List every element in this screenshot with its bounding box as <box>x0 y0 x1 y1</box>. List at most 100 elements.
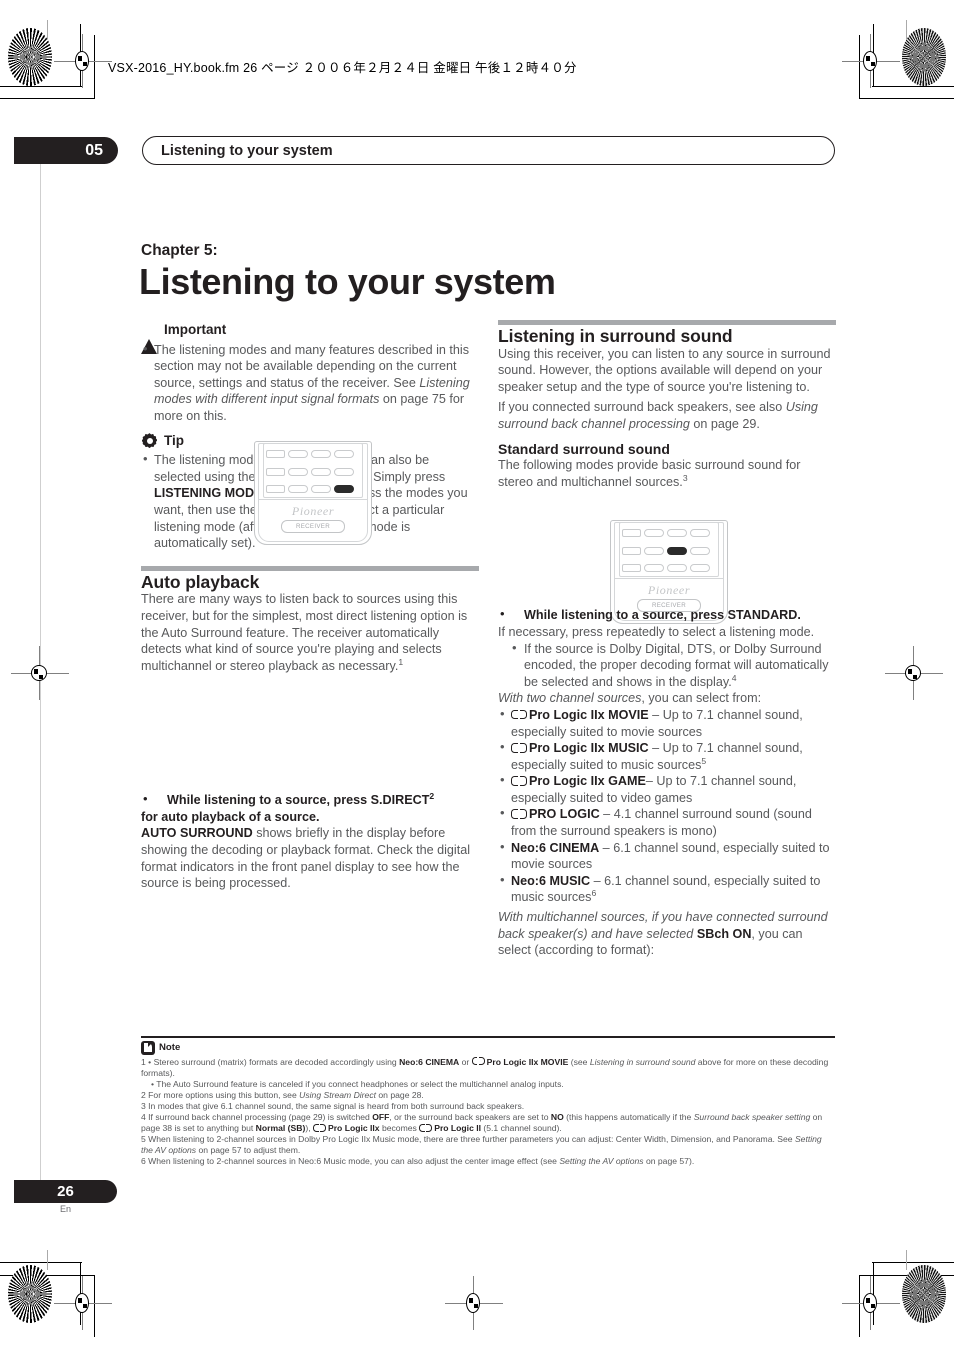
registration-mark <box>885 646 943 700</box>
footnote-4-m2: (this happens automatically if the <box>563 1112 694 1123</box>
footnote-5-lead: 5 When listening to 2-channel sources in… <box>141 1134 795 1145</box>
dolby-double-d-icon <box>511 743 527 753</box>
footnote-1: 1 • Stereo surround (matrix) formats are… <box>141 1057 835 1079</box>
standard-surround-heading: Standard surround sound <box>498 440 670 457</box>
crop-line <box>872 1262 954 1264</box>
sdirect-instruction-lead: While listening to a source, press S.DIR… <box>167 793 430 808</box>
two-channel-lead-tail: , you can select from: <box>641 691 762 706</box>
crop-line <box>0 98 95 100</box>
standard-sub-bullet-text: If the source is Dolby Digital, DTS, or … <box>524 641 829 689</box>
standard-instruction-follow: If necessary, press repeatedly to select… <box>498 624 815 639</box>
sdirect-instruction-tail: for auto playback of a source. <box>141 809 320 824</box>
no-value: NO <box>550 1112 564 1123</box>
remote-key-signal-sel <box>288 450 308 458</box>
footnote-6-xref: Setting the AV options <box>559 1156 644 1167</box>
registration-mark <box>842 1276 900 1330</box>
sbch-on-setting-name: SBch ON <box>696 926 752 941</box>
surround-mode-dash: – <box>645 774 657 789</box>
remote-key-midnight <box>311 485 331 493</box>
footnote-ref-3: 3 <box>682 472 688 483</box>
dolby-double-d-icon <box>511 709 527 720</box>
remote-key-multi-ch-in <box>622 546 641 555</box>
remote-receiver-label: RECEIVER <box>281 520 345 533</box>
registration-mark <box>842 34 900 88</box>
section-rule <box>498 320 836 325</box>
surround-mode-dash: – <box>648 707 663 722</box>
footnote-2: 2 For more options using this button, se… <box>141 1090 835 1101</box>
auto-playback-paragraph-text: There are many ways to listen back to so… <box>141 592 468 673</box>
footnote-1b: • The Auto Surround feature is canceled … <box>151 1078 564 1089</box>
remote-key-sbch <box>311 450 331 458</box>
print-slug: VSX-2016_HY.book.fm 26 ページ ２００６年２月２４日 金曜… <box>108 61 577 75</box>
footnote-3: 3 In modes that give 6.1 channel sound, … <box>141 1100 525 1111</box>
trim-guide <box>906 20 907 40</box>
remote-control-illustration-sdirect: STATUS SIGNAL SEL SB ch STEREO MULTI CH … <box>254 441 372 545</box>
pioneer-logo: Pioneer <box>291 504 335 518</box>
crop-line <box>872 24 874 87</box>
crop-line <box>94 35 96 99</box>
remote-key-multi-ch-in <box>266 467 285 476</box>
surround-mode-item: Pro Logic IIx MUSIC – Up to 7.1 channel … <box>498 739 836 773</box>
surround-mode-item: PRO LOGIC – 4.1 channel surround sound (… <box>498 805 836 839</box>
remote-key-s-direct <box>690 564 710 572</box>
two-channel-lead: With two channel sources, you can select… <box>498 690 836 707</box>
footnote-1-mid: or <box>459 1056 472 1067</box>
remote-key-phase <box>644 564 664 572</box>
footnote-4-tail: (5.1 channel sound). <box>481 1123 562 1134</box>
pro-logic-iix-movie-name: Pro Logic IIx MOVIE <box>486 1056 569 1067</box>
remote-key-stereo <box>334 450 354 458</box>
note-heading: Note <box>141 1040 835 1055</box>
footnote-2-tail: on page 28. <box>376 1089 424 1100</box>
multichannel-note: With multichannel sources, if you have c… <box>498 909 836 959</box>
chapter-number-badge: 05 <box>14 137 118 164</box>
remote-key-s-direct-highlighted <box>334 485 354 493</box>
sdirect-instruction: While listening to a source, press S.DIR… <box>141 791 479 825</box>
footnote-4-m5: becomes <box>379 1123 420 1134</box>
important-label: Important <box>164 322 227 337</box>
auto-playback-paragraph: There are many ways to listen back to so… <box>141 591 479 674</box>
surround-mode-name: PRO LOGIC <box>529 807 600 822</box>
footnote-4-lead: 4 If surround back channel processing (p… <box>141 1112 373 1123</box>
crop-line <box>859 1275 954 1277</box>
density-patch <box>8 1265 52 1323</box>
footnote-ref-4: 4 <box>731 672 737 683</box>
standard-instruction: While listening to a source, press STAND… <box>498 606 836 624</box>
footnote-4-xref: Surround back speaker setting <box>693 1112 811 1123</box>
registration-mark <box>54 1276 112 1330</box>
left-column: Important The listening modes and many f… <box>141 322 479 892</box>
surround-paragraph-1: Using this receiver, you can listen to a… <box>498 346 831 394</box>
chapter-label: Chapter 5: <box>141 242 218 259</box>
remote-key-standard-highlighted <box>667 546 687 555</box>
footnote-6-tail: on page 57). <box>643 1156 695 1167</box>
crop-line <box>94 1275 96 1337</box>
footnote-5-tail: on page 57 to adjust them. <box>196 1145 301 1156</box>
density-patch <box>902 28 946 86</box>
footnote-rule <box>141 1036 835 1038</box>
crop-line <box>0 1275 95 1277</box>
pioneer-logo: Pioneer <box>647 583 691 597</box>
remote-key-standard <box>311 467 331 476</box>
surround-mode-dash: – <box>590 873 605 888</box>
surround-mode-dash: – <box>599 807 614 822</box>
footnote-2-lead: 2 For more options using this button, se… <box>141 1089 300 1100</box>
remote-key-sbch <box>667 529 687 537</box>
remote-key-status <box>266 450 285 458</box>
listening-mode-button-name: LISTENING MODE <box>154 486 263 501</box>
surround-mode-name: Pro Logic IIx GAME <box>529 774 646 789</box>
auto-surround-indicator-name: AUTO SURROUND <box>141 826 253 841</box>
dolby-double-d-icon <box>312 1123 326 1132</box>
footnote-6-lead: 6 When listening to 2-channel sources in… <box>141 1156 560 1167</box>
remote-keypad: STATUS SIGNAL SEL SB ch STEREO MULTI CH … <box>619 522 719 577</box>
trim-guide <box>40 160 41 1200</box>
registration-mark <box>11 646 69 700</box>
crop-line <box>859 98 954 100</box>
normal-sb-value: Normal (SB) <box>255 1123 306 1134</box>
surround-paragraph-2: If you connected surround back speakers,… <box>498 399 836 432</box>
page-number-badge: 26 <box>14 1180 117 1203</box>
surround-mode-name: Neo:6 CINEMA <box>511 840 600 855</box>
pro-logic-ii-name: Pro Logic II <box>434 1123 482 1134</box>
crop-line <box>858 35 860 99</box>
dolby-double-d-icon <box>419 1123 433 1132</box>
auto-playback-heading: Auto playback <box>141 571 260 592</box>
important-heading: Important <box>141 322 479 354</box>
